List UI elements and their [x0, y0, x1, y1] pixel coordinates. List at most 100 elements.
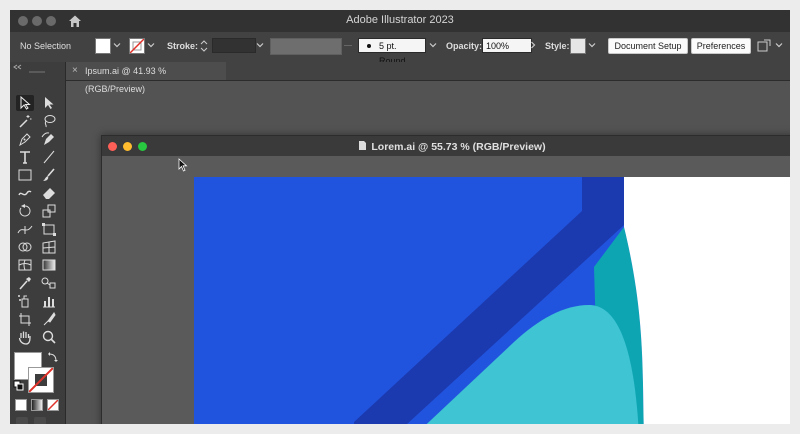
tab-label: Ipsum.ai @ 41.93 % (RGB/Preview) [85, 66, 167, 94]
document-setup-button[interactable]: Document Setup [608, 38, 688, 54]
zoom-icon [42, 330, 56, 344]
artboard-tool[interactable] [16, 311, 34, 327]
rectangle-icon [18, 169, 32, 181]
eraser-tool[interactable] [40, 185, 58, 201]
magic-wand-tool[interactable] [16, 113, 34, 129]
app-title-bar: Adobe Illustrator 2023 [10, 10, 790, 32]
gradient-mode-button[interactable] [31, 399, 43, 411]
mouse-cursor-icon [178, 158, 188, 172]
shaper-tool[interactable] [16, 185, 34, 201]
column-graph-tool[interactable] [40, 293, 58, 309]
style-label: Style: [545, 41, 570, 51]
width-icon [17, 225, 33, 234]
none-icon [48, 400, 58, 410]
white-panel-shape [624, 177, 790, 424]
rotate-tool[interactable] [16, 203, 34, 219]
free-transform-icon [42, 223, 56, 236]
zoom-tool[interactable] [40, 329, 58, 345]
blend-icon [41, 277, 56, 289]
tab-ipsum[interactable]: × Ipsum.ai @ 41.93 % (RGB/Preview) [66, 62, 226, 94]
artwork [194, 177, 790, 424]
brush-definition-field[interactable]: 5 pt. Round [358, 38, 426, 66]
hand-tool[interactable] [16, 329, 34, 345]
no-stroke-icon [29, 368, 53, 392]
perspective-grid-tool[interactable] [40, 239, 58, 255]
paintbrush-icon [43, 168, 55, 181]
column-graph-icon [43, 297, 55, 308]
pen-tool[interactable] [16, 131, 34, 147]
profile-divider [344, 45, 352, 46]
rectangle-tool[interactable] [16, 167, 34, 183]
artboard-icon [19, 313, 31, 326]
chevron-down-icon[interactable] [255, 40, 265, 50]
document-title-text: Lorem.ai @ 55.73 % (RGB/Preview) [371, 141, 546, 153]
paintbrush-tool[interactable] [40, 167, 58, 183]
curvature-icon [41, 132, 54, 145]
type-tool[interactable] [16, 149, 34, 165]
stroke-label: Stroke: [167, 41, 199, 51]
none-mode-button[interactable] [47, 399, 59, 411]
chevron-down-icon[interactable] [774, 40, 784, 50]
line-tool[interactable] [40, 149, 58, 165]
document-tab-bar: × Ipsum.ai @ 41.93 % (RGB/Preview) [66, 62, 790, 94]
variable-width-profile[interactable] [270, 38, 342, 55]
scale-tool[interactable] [40, 203, 58, 219]
chevron-down-icon[interactable] [428, 40, 438, 50]
selection-tool-icon [20, 95, 31, 110]
direct-selection-tool-icon [45, 97, 54, 109]
document-title-bar[interactable]: Lorem.ai @ 55.73 % (RGB/Preview) [102, 136, 790, 156]
graphic-style-swatch[interactable] [570, 38, 586, 54]
stroke-weight-field[interactable] [212, 38, 256, 53]
shape-builder-icon [18, 242, 32, 252]
rotate-icon [19, 204, 31, 217]
swap-fill-stroke-icon[interactable] [47, 351, 59, 363]
curvature-tool[interactable] [40, 131, 58, 147]
blend-tool[interactable] [40, 275, 58, 291]
default-fill-stroke-icon[interactable] [13, 380, 24, 391]
gradient-tool[interactable] [40, 257, 58, 273]
preferences-button[interactable]: Preferences [691, 38, 751, 54]
scale-icon [42, 204, 56, 218]
shaper-icon [18, 190, 32, 196]
app-title: Adobe Illustrator 2023 [346, 14, 454, 26]
chevron-down-icon[interactable] [112, 40, 122, 50]
draw-mode-button[interactable] [16, 417, 28, 424]
mesh-icon [18, 259, 32, 271]
chevron-down-icon[interactable] [587, 40, 597, 50]
opacity-field[interactable]: 100% [482, 38, 532, 53]
stroke-color-box[interactable] [28, 367, 54, 393]
slice-tool[interactable] [40, 311, 58, 327]
stroke-weight-stepper[interactable] [200, 39, 208, 53]
document-window: Lorem.ai @ 55.73 % (RGB/Preview) [101, 135, 790, 424]
control-bar: No Selection Stroke: 5 pt. Round Opacity… [10, 32, 790, 66]
shape-builder-tool[interactable] [16, 239, 34, 255]
eraser-icon [43, 188, 55, 199]
close-tab-icon[interactable]: × [72, 62, 78, 80]
tools-panel [10, 62, 66, 424]
chevron-down-icon[interactable] [146, 40, 156, 50]
selection-tool[interactable] [16, 95, 34, 111]
artboard-canvas[interactable] [194, 177, 790, 424]
symbol-sprayer-tool[interactable] [16, 293, 34, 309]
panel-grip[interactable] [29, 71, 45, 73]
lasso-tool[interactable] [40, 113, 58, 129]
stroke-swatch[interactable] [129, 38, 145, 54]
eyedropper-tool[interactable] [16, 275, 34, 291]
width-tool[interactable] [16, 221, 34, 237]
direct-selection-tool[interactable] [40, 95, 58, 111]
slice-icon [43, 312, 56, 326]
fill-swatch[interactable] [95, 38, 111, 54]
pen-icon [19, 133, 31, 147]
free-transform-tool[interactable] [40, 221, 58, 237]
magic-wand-icon [19, 115, 32, 128]
symbol-sprayer-icon [18, 295, 29, 308]
perspective-grid-icon [42, 240, 56, 254]
screen-mode-button[interactable] [34, 417, 46, 424]
selection-status: No Selection [20, 41, 72, 51]
chevron-right-icon[interactable] [528, 40, 538, 50]
type-icon [20, 151, 30, 164]
mesh-tool[interactable] [16, 257, 34, 273]
color-mode-button[interactable] [15, 399, 27, 411]
collapse-panel-icon[interactable] [12, 64, 22, 70]
arrange-documents-icon[interactable] [756, 38, 772, 54]
